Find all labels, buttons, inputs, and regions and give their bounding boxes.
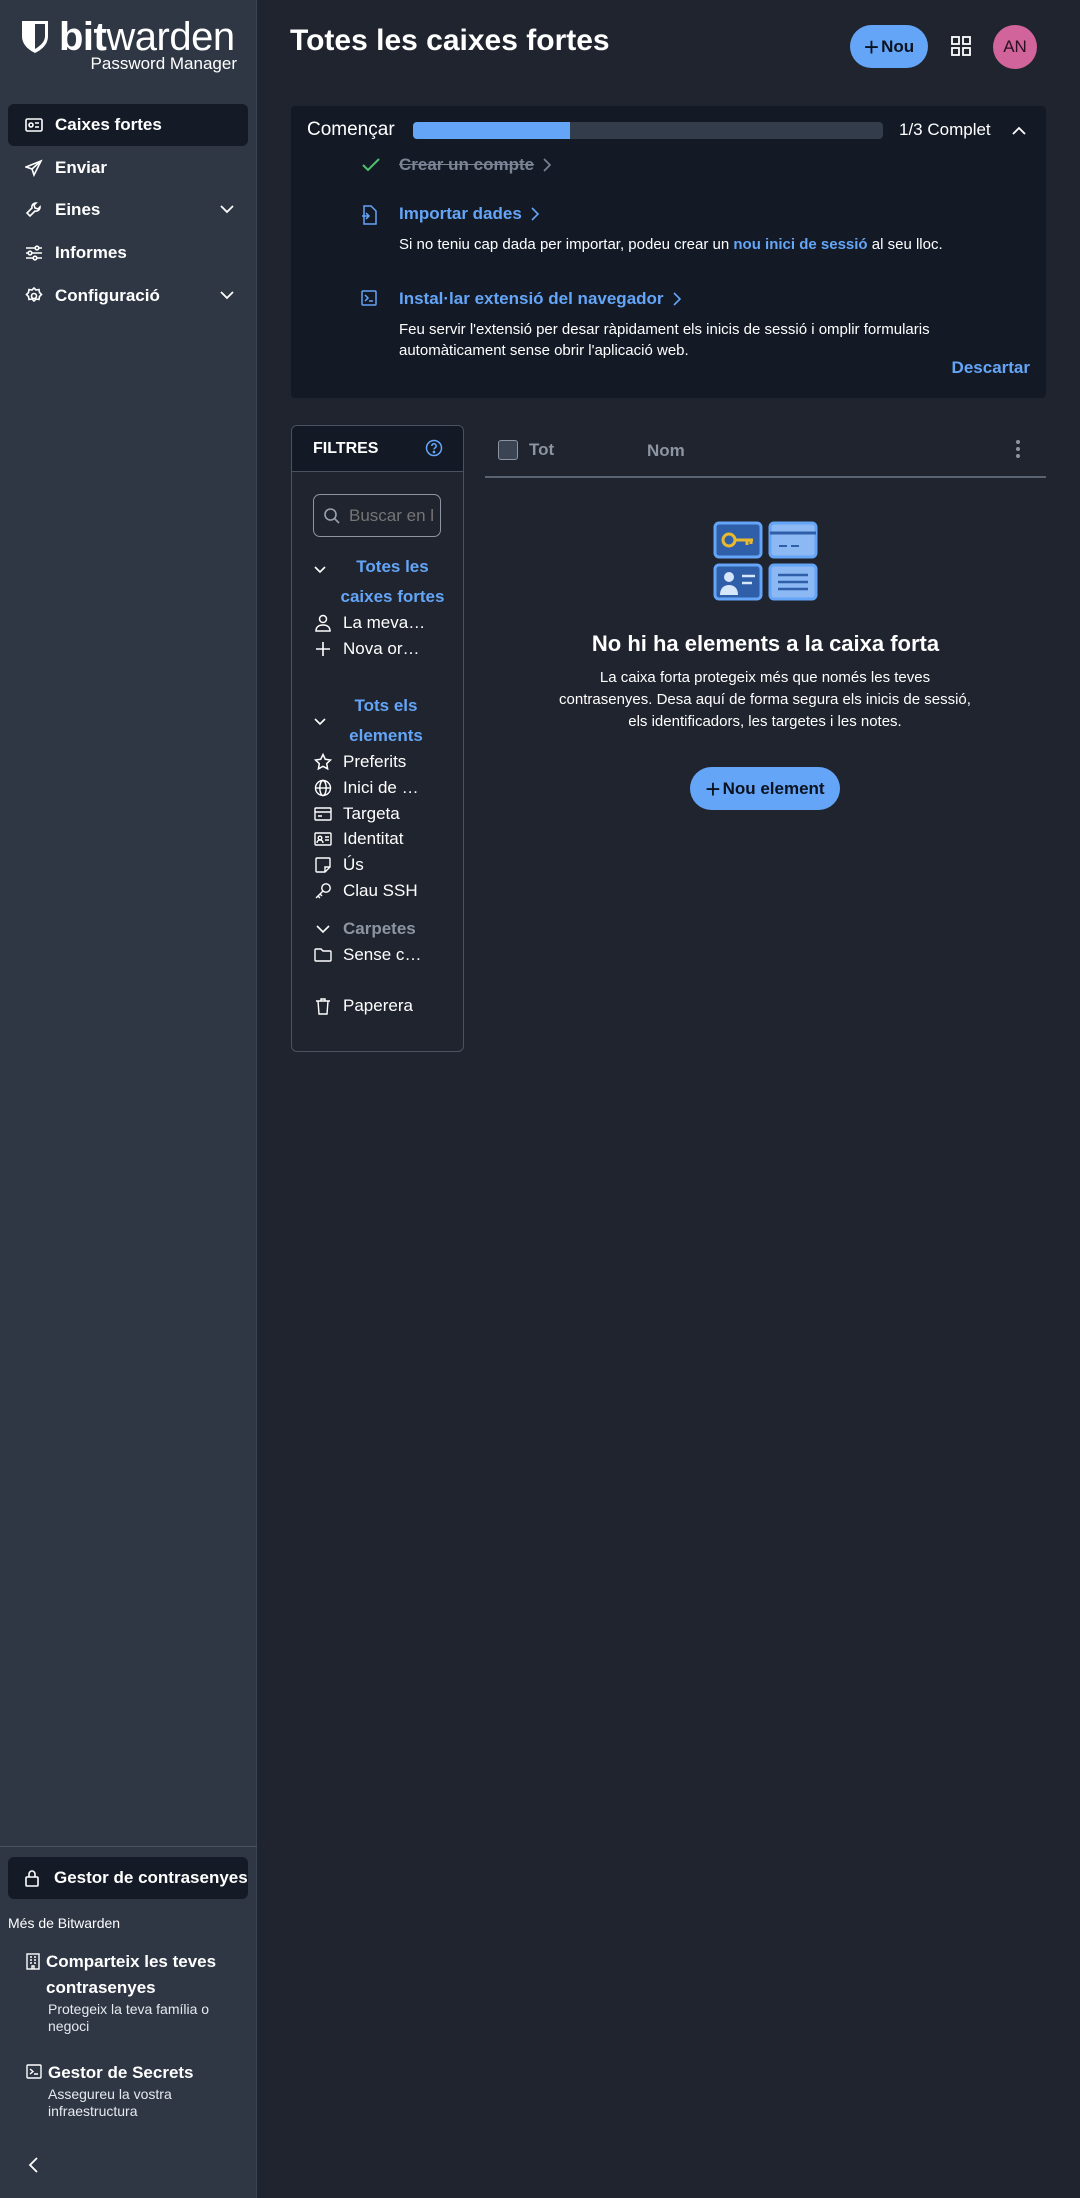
search-icon [324,507,340,524]
terminal-icon [361,290,377,306]
send-icon [24,158,44,178]
terminal-icon [26,2064,42,2079]
promo-title: Gestor de Secrets [48,2063,194,2082]
brand-subtitle: Password Manager [90,54,237,73]
vault-table-header: Tot Nom [485,425,1046,478]
chevron-down-icon [220,205,234,214]
vault-icon [24,115,44,135]
sidebar-item-label: Caixes fortes [55,115,162,134]
wrench-icon [24,200,44,220]
filters-panel: FILTRES Totes les caixes fortes La meva … [291,425,464,1052]
column-name[interactable]: Nom [647,441,685,461]
sidebar: bitwarden Password Manager Caixes fortes… [0,0,257,2198]
chevron-up-icon[interactable] [1010,122,1028,140]
onboarding-title: Començar [307,119,395,140]
chevron-down-icon [314,718,326,726]
chevron-right-icon [672,292,681,306]
user-icon [313,614,333,632]
product-switcher-label: Gestor de contrasenyes [54,1868,248,1887]
search-input[interactable] [313,494,441,537]
filter-favorites[interactable]: Preferits [313,752,453,772]
filter-trash[interactable]: Paperera [313,996,453,1016]
filter-no-folder[interactable]: Sense carpeta [313,945,453,965]
onboarding-progress-bar [413,122,883,139]
filter-identities[interactable]: Identitat [313,829,453,849]
sidebar-item-tools[interactable]: Eines [8,189,248,231]
more-options-icon[interactable] [1015,439,1021,459]
promo-title: Comparteix les teves contrasenyes [46,1952,217,1997]
apps-grid-icon[interactable] [950,35,972,57]
help-icon[interactable] [425,439,443,457]
trash-icon [313,997,333,1015]
chevron-right-icon [543,158,552,172]
card-icon [313,807,333,821]
page-title: Totes les caixes fortes [290,24,610,57]
bitwarden-logo[interactable]: bitwarden Password Manager [20,15,240,78]
sidebar-item-label: Enviar [55,158,107,177]
vault-items-illustration [713,521,818,601]
chevron-down-icon [220,291,234,300]
sidebar-item-label: Informes [55,243,127,262]
task-description: Feu servir l'extensió per desar ràpidame… [399,321,930,359]
promo-secrets-manager[interactable]: Gestor de Secrets Assegureu la vostra in… [26,2060,246,2120]
vaults-group-header[interactable]: Totes les caixes fortes [313,552,458,612]
shield-icon [22,21,48,53]
id-card-icon [313,832,333,846]
globe-icon [313,779,333,797]
filter-notes[interactable]: Ús [313,855,453,875]
sidebar-item-label: Eines [55,200,101,219]
items-group-header[interactable]: Tots els elements [313,691,458,751]
sidebar-item-reports[interactable]: Informes [8,232,248,274]
avatar[interactable]: AN [993,25,1037,69]
sidebar-item-settings[interactable]: Configuració [8,275,248,317]
plus-icon [313,641,333,657]
brand-wordmark: bitwarden [59,15,235,59]
import-file-icon [362,205,377,225]
sidebar-item-label: Configuració [55,286,160,305]
filters-header: FILTRES [292,426,463,472]
sidebar-divider [0,1846,257,1847]
task-description: Si no teniu cap dada per importar, podeu… [399,236,943,253]
lock-icon [24,1869,40,1887]
product-switcher-button[interactable]: Gestor de contrasenyes… [8,1857,248,1899]
filter-new-organization[interactable]: Nova organització [313,639,453,659]
collapse-sidebar-icon[interactable] [24,2155,44,2175]
more-from-bitwarden-title: Més de Bitwarden [8,1915,121,1931]
onboarding-panel: Començar 1/3 Complet Crear un compte Imp… [291,106,1046,398]
check-icon [362,158,380,172]
promo-description: Protegeix la teva família o negoci [48,2001,210,2034]
search-field[interactable] [349,505,434,526]
promo-description: Assegureu la vostra infraestructura [48,2086,172,2119]
star-icon [313,753,333,771]
promo-share-passwords[interactable]: Comparteix les teves contrasenyes Proteg… [26,1949,246,2035]
dismiss-button[interactable]: Descartar [952,358,1030,378]
note-icon [313,857,333,873]
chevron-down-icon [313,921,333,937]
building-icon [26,1953,40,1970]
filter-my-vault[interactable]: La meva caixa forta [313,613,453,633]
plus-icon: + [705,773,721,804]
filter-logins[interactable]: Inici de sessió [313,778,453,798]
plus-icon: + [863,31,880,62]
folder-icon [313,948,333,962]
new-item-button[interactable]: + Nou element [690,767,840,810]
sidebar-item-send[interactable]: Enviar [8,147,248,189]
chevron-right-icon [531,207,539,221]
sidebar-item-vaults[interactable]: Caixes fortes [8,104,248,146]
chevron-down-icon [314,566,326,574]
column-all[interactable]: Tot [529,440,554,460]
empty-state-title: No hi ha elements a la caixa forta [591,631,940,656]
filter-cards[interactable]: Targeta [313,804,453,824]
key-icon [313,882,333,900]
new-button[interactable]: + Nou [850,25,928,68]
progress-fill [413,122,570,139]
onboarding-progress-label: 1/3 Complet [899,120,991,139]
new-login-link[interactable]: nou inici de sessió [733,236,867,253]
filter-ssh-keys[interactable]: Clau SSH [313,881,453,901]
select-all-checkbox[interactable] [498,440,518,460]
gear-icon [24,286,44,306]
empty-state-description: La caixa forta protegeix més que només l… [559,669,971,730]
folders-group-header[interactable]: Carpetes [313,919,453,939]
sliders-icon [24,243,44,263]
